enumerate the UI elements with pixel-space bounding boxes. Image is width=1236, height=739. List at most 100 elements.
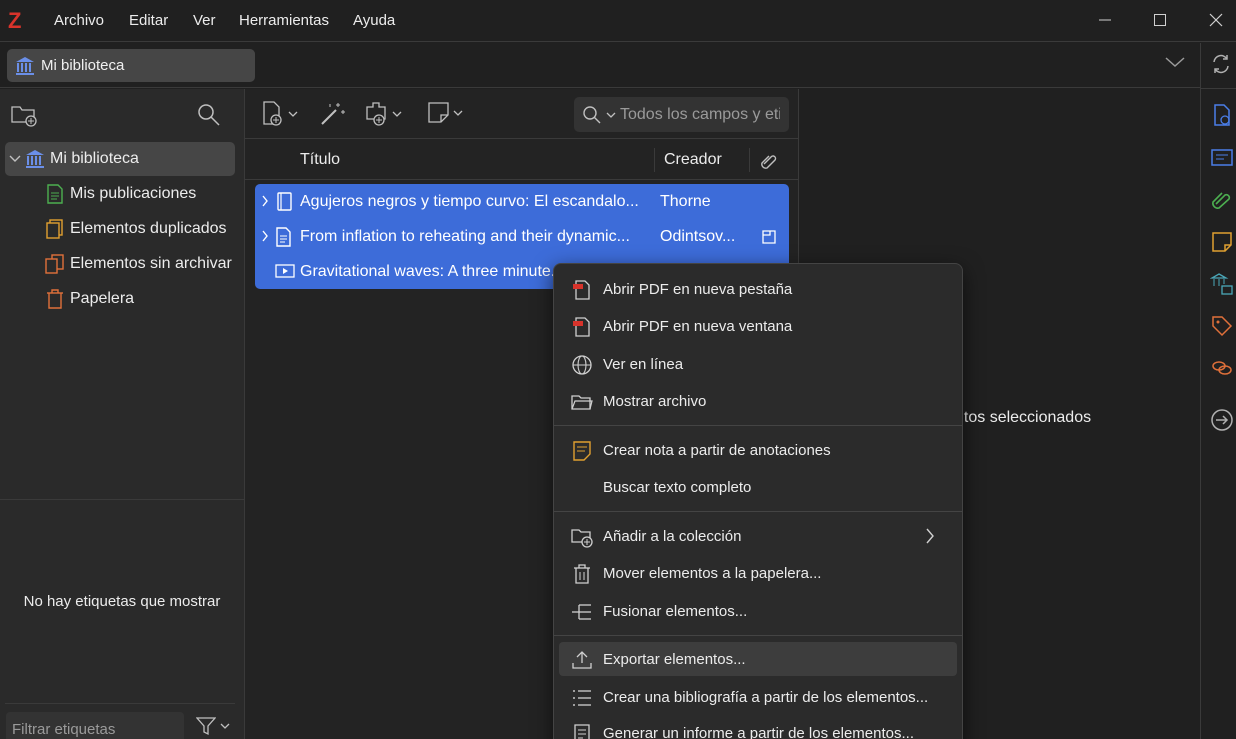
attachment-icon bbox=[1212, 192, 1231, 209]
menu-editar[interactable]: Editar bbox=[129, 12, 168, 29]
chevron-down-icon bbox=[288, 111, 298, 117]
sync-button[interactable] bbox=[1210, 53, 1232, 75]
collection-trash[interactable]: Papelera bbox=[5, 282, 235, 316]
search-icon[interactable] bbox=[582, 105, 602, 125]
column-header-creator[interactable]: Creador bbox=[664, 151, 722, 169]
collection-label: Elementos sin archivar bbox=[70, 255, 232, 272]
menu-label: Generar un informe a partir de los eleme… bbox=[603, 725, 914, 739]
libraries-collections-icon bbox=[1210, 273, 1233, 295]
collections-toolbar bbox=[0, 89, 244, 139]
tab-library-label: Mi biblioteca bbox=[41, 57, 125, 74]
tag-filter-input[interactable]: Filtrar etiquetas bbox=[6, 712, 184, 739]
minimize-icon bbox=[1099, 19, 1111, 21]
title-bar: Z Archivo Editar Ver Herramientas Ayuda bbox=[0, 0, 1236, 42]
item-creator: Thorne bbox=[660, 193, 711, 210]
menu-add-to-collection[interactable]: Añadir a la colección bbox=[559, 519, 957, 553]
locate-icon bbox=[1211, 409, 1233, 431]
menu-show-file[interactable]: Mostrar archivo bbox=[559, 384, 957, 418]
add-to-collection-icon bbox=[571, 529, 593, 548]
sidenav-attachments-button[interactable] bbox=[1210, 188, 1234, 212]
bibliography-icon bbox=[573, 690, 591, 706]
chevron-right-icon[interactable] bbox=[261, 230, 269, 242]
chevron-down-icon[interactable] bbox=[606, 111, 616, 119]
sidenav-tags-button[interactable] bbox=[1210, 314, 1234, 338]
sidenav-abstract-button[interactable] bbox=[1210, 145, 1234, 169]
maximize-button[interactable] bbox=[1137, 0, 1183, 40]
close-button[interactable] bbox=[1193, 0, 1236, 40]
minimize-button[interactable] bbox=[1082, 0, 1128, 40]
video-icon bbox=[275, 264, 295, 278]
menu-generate-report[interactable]: Generar un informe a partir de los eleme… bbox=[559, 716, 957, 739]
attachment-icon bbox=[761, 155, 777, 169]
chevron-down-icon bbox=[453, 110, 463, 116]
column-separator[interactable] bbox=[749, 148, 750, 172]
menu-label: Crear una bibliografía a partir de los e… bbox=[603, 689, 929, 706]
filter-icon bbox=[196, 717, 216, 736]
menu-move-to-trash[interactable]: Mover elementos a la papelera... bbox=[559, 556, 957, 590]
column-header-title[interactable]: Título bbox=[300, 151, 340, 169]
tag-selector-splitter[interactable] bbox=[0, 499, 244, 500]
add-by-identifier-button[interactable] bbox=[319, 101, 345, 127]
item-row[interactable]: From inflation to reheating and their dy… bbox=[255, 219, 789, 254]
collection-search-button[interactable] bbox=[197, 103, 221, 127]
item-creator: Odintsov... bbox=[660, 228, 736, 245]
menu-export-items[interactable]: Exportar elementos... bbox=[559, 642, 957, 676]
close-icon bbox=[1209, 13, 1223, 27]
maximize-icon bbox=[1154, 14, 1166, 26]
snapshot-attachment-icon[interactable] bbox=[760, 228, 778, 246]
tag-filter-divider bbox=[5, 703, 235, 704]
items-search-input[interactable] bbox=[620, 105, 780, 124]
new-note-button[interactable] bbox=[427, 101, 463, 125]
menu-merge-items[interactable]: Fusionar elementos... bbox=[559, 594, 957, 628]
sidenav-locate-button[interactable] bbox=[1210, 408, 1234, 432]
items-search-box[interactable] bbox=[574, 97, 789, 132]
folder-icon bbox=[571, 395, 593, 410]
menu-ayuda[interactable]: Ayuda bbox=[353, 12, 395, 29]
pdf-tab-icon bbox=[573, 280, 590, 300]
chevron-down-icon bbox=[1165, 57, 1185, 68]
tag-actions-button[interactable] bbox=[196, 716, 230, 736]
pdf-window-icon bbox=[573, 317, 590, 337]
column-header-attachments[interactable] bbox=[759, 151, 779, 171]
menu-open-pdf-new-window[interactable]: Abrir PDF en nueva ventana bbox=[559, 309, 957, 343]
sidenav-related-button[interactable] bbox=[1210, 356, 1234, 380]
menu-label: Abrir PDF en nueva pestaña bbox=[603, 281, 793, 298]
chevron-right-icon[interactable] bbox=[261, 195, 269, 207]
sidenav-info-button[interactable] bbox=[1210, 103, 1234, 127]
new-item-button[interactable] bbox=[262, 101, 298, 127]
menu-create-bibliography[interactable]: Crear una bibliografía a partir de los e… bbox=[559, 680, 957, 714]
tabs-dropdown-button[interactable] bbox=[1164, 55, 1186, 69]
sidenav-divider bbox=[1201, 88, 1236, 89]
report-icon bbox=[574, 724, 590, 739]
tab-library[interactable]: Mi biblioteca bbox=[7, 49, 255, 82]
new-collection-button[interactable] bbox=[11, 103, 37, 127]
menu-separator bbox=[554, 511, 962, 512]
note-icon bbox=[573, 441, 591, 461]
collection-duplicates[interactable]: Elementos duplicados bbox=[5, 212, 235, 246]
collection-unfiled[interactable]: Elementos sin archivar bbox=[5, 247, 235, 281]
sidenav-notes-button[interactable] bbox=[1210, 230, 1234, 254]
menu-archivo[interactable]: Archivo bbox=[54, 12, 104, 29]
item-row[interactable]: Agujeros negros y tiempo curvo: El escan… bbox=[255, 184, 789, 219]
trash-icon bbox=[47, 289, 63, 309]
menu-ver[interactable]: Ver bbox=[193, 12, 216, 29]
sidenav-libraries-button[interactable] bbox=[1210, 272, 1234, 296]
chevron-down-icon[interactable] bbox=[9, 154, 21, 164]
menu-label: Buscar texto completo bbox=[603, 479, 752, 496]
chevron-right-icon bbox=[926, 528, 934, 544]
menu-find-full-text[interactable]: Buscar texto completo bbox=[559, 470, 957, 504]
new-attachment-button[interactable] bbox=[364, 101, 402, 127]
menu-create-note-from-annotations[interactable]: Crear nota a partir de anotaciones bbox=[559, 433, 957, 467]
column-separator[interactable] bbox=[654, 148, 655, 172]
chevron-down-icon bbox=[392, 111, 402, 117]
menu-view-online[interactable]: Ver en línea bbox=[559, 347, 957, 381]
collection-my-library[interactable]: Mi biblioteca bbox=[5, 142, 235, 176]
item-title: Agujeros negros y tiempo curvo: El escan… bbox=[300, 193, 639, 210]
menu-open-pdf-new-tab[interactable]: Abrir PDF en nueva pestaña bbox=[559, 272, 957, 306]
related-icon bbox=[1212, 361, 1232, 375]
search-icon bbox=[198, 104, 220, 126]
publications-icon bbox=[47, 184, 63, 204]
collection-my-publications[interactable]: Mis publicaciones bbox=[5, 177, 235, 211]
info-icon bbox=[1214, 104, 1230, 126]
menu-herramientas[interactable]: Herramientas bbox=[239, 12, 329, 29]
